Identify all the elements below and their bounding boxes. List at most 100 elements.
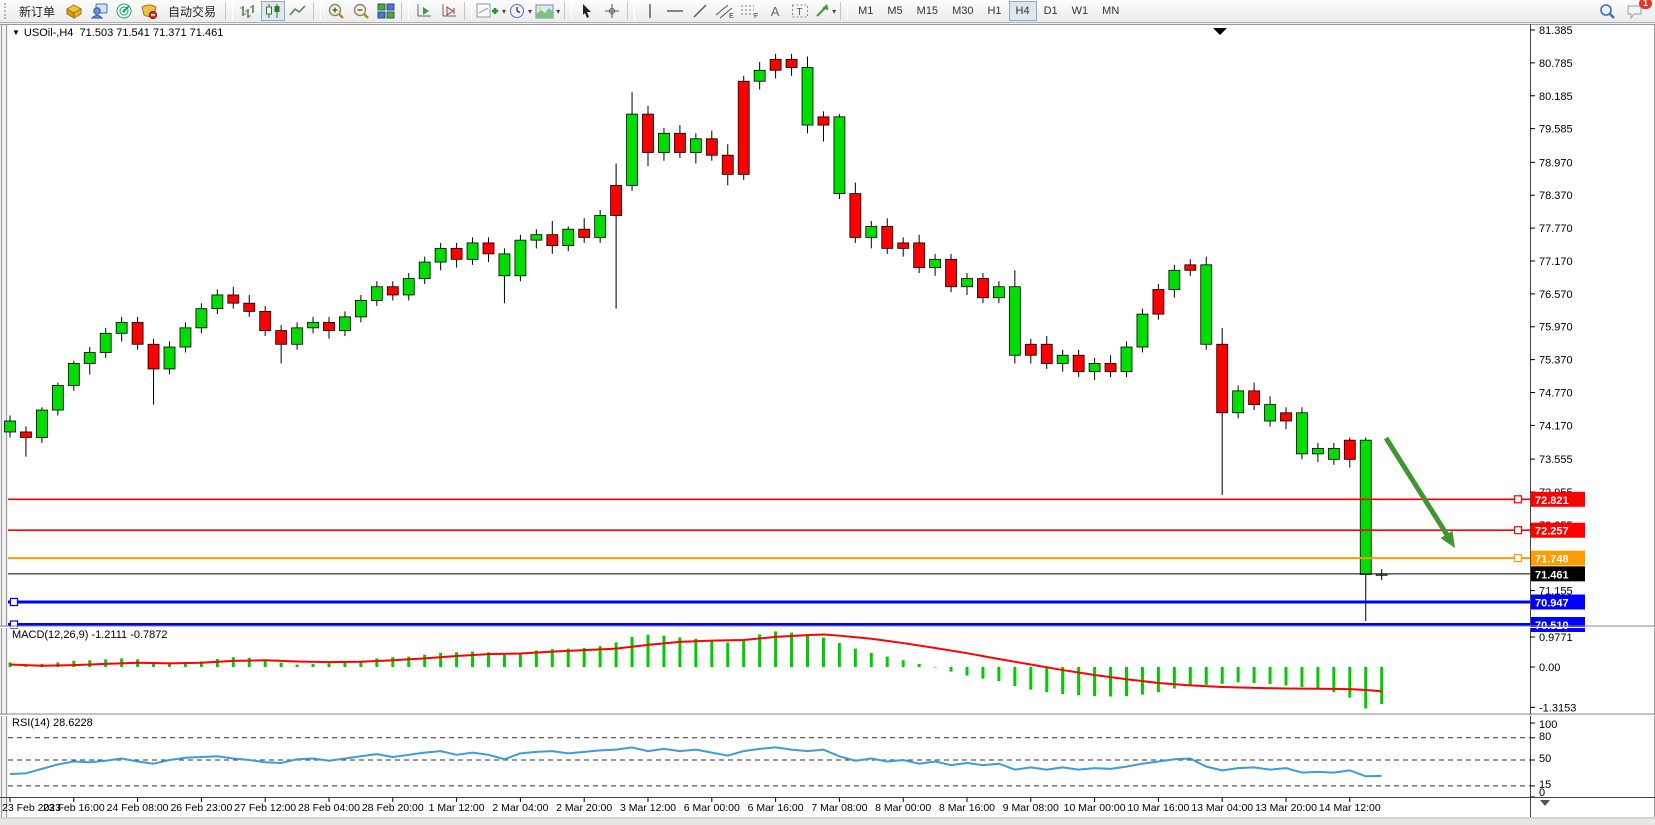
timeframe-H1[interactable]: H1 — [980, 1, 1008, 21]
text-icon[interactable]: A — [763, 1, 787, 21]
toolbar-separator — [401, 2, 409, 20]
price-axis-label: 76.570 — [1539, 289, 1573, 301]
chevron-down-icon: ▾ — [556, 7, 560, 16]
line-chart-icon[interactable] — [286, 1, 310, 21]
candle-body — [515, 240, 526, 276]
price-axis-label: 74.770 — [1539, 388, 1573, 400]
candlestick-chart-icon[interactable] — [261, 1, 285, 21]
timeframe-group: M1M5M15M30H1H4D1W1MN — [851, 1, 1126, 21]
timeframe-M1[interactable]: M1 — [851, 1, 880, 21]
candle-body — [1121, 347, 1132, 372]
candle-body — [1057, 355, 1068, 363]
timeframe-H4[interactable]: H4 — [1009, 1, 1037, 21]
candle-body — [435, 248, 446, 262]
rsi-axis-label: 100 — [1539, 719, 1557, 731]
macd-axis-label: 0.00 — [1539, 662, 1560, 674]
zoom-in-icon[interactable] — [324, 1, 348, 21]
add-indicator-icon[interactable]: ▾ — [475, 1, 507, 21]
candle-body — [802, 68, 813, 126]
shapes-icon[interactable]: ▾ — [813, 1, 837, 21]
timeframe-M5[interactable]: M5 — [880, 1, 909, 21]
candle-body — [5, 421, 16, 432]
crosshair-icon[interactable] — [600, 1, 624, 21]
candle-body — [467, 243, 478, 259]
candle-body — [1201, 265, 1212, 344]
radar-icon[interactable] — [112, 1, 136, 21]
candle-body — [770, 59, 781, 70]
candle-body — [914, 243, 925, 268]
price-level-label-text: 70.947 — [1535, 598, 1569, 610]
candle-body — [1025, 344, 1036, 355]
time-axis-label: 10 Mar 16:00 — [1127, 802, 1189, 814]
line-selection-handle[interactable] — [1515, 527, 1522, 534]
candle-body — [754, 70, 765, 81]
chart-title: ▼USOil-,H4 71.503 71.541 71.371 71.461 — [12, 27, 223, 39]
candle-body — [100, 333, 111, 352]
candle-body — [52, 385, 63, 410]
collapse-objects-icon[interactable]: ▼ — [12, 28, 20, 37]
price-axis-label: 80.785 — [1539, 58, 1573, 70]
time-axis-label: 26 Feb 23:00 — [170, 802, 232, 814]
bottom-strip — [0, 818, 1655, 825]
zoom-out-icon[interactable] — [349, 1, 373, 21]
periods-icon[interactable]: ▾ — [508, 1, 533, 21]
candle-body — [882, 226, 893, 248]
new-order-button[interactable]: 新订单 — [13, 1, 61, 21]
timeframe-M30[interactable]: M30 — [945, 1, 980, 21]
line-selection-handle[interactable] — [11, 621, 18, 628]
current-price-label-text: 71.461 — [1535, 569, 1569, 581]
text-label-icon[interactable]: T — [788, 1, 812, 21]
timeframe-MN[interactable]: MN — [1095, 1, 1126, 21]
price-axis-label: 78.970 — [1539, 157, 1573, 169]
chevron-down-icon: ▾ — [528, 7, 532, 16]
rsi-indicator-caption: RSI(14) 28.6228 — [12, 717, 93, 729]
line-selection-handle[interactable] — [1515, 555, 1522, 562]
gold-cube-icon[interactable] — [62, 1, 86, 21]
timeframe-M15[interactable]: M15 — [910, 1, 945, 21]
price-axis-label: 81.385 — [1539, 25, 1573, 37]
horizontal-line-icon[interactable] — [663, 1, 687, 21]
chart-background[interactable] — [8, 24, 1655, 817]
candle-body — [690, 139, 701, 153]
price-level-label-text: 72.821 — [1535, 495, 1569, 507]
equidistant-channel-icon[interactable]: E — [713, 1, 737, 21]
time-axis-label: 27 Feb 12:00 — [234, 802, 296, 814]
fibonacci-icon[interactable]: F — [738, 1, 762, 21]
time-axis-label: 9 Mar 08:00 — [1003, 802, 1059, 814]
tile-windows-icon[interactable] — [374, 1, 398, 21]
macd-axis-label: 0.9771 — [1539, 632, 1573, 644]
bar-chart-icon[interactable] — [236, 1, 260, 21]
search-icon[interactable] — [1595, 1, 1619, 21]
accounts-icon[interactable] — [87, 1, 111, 21]
line-selection-handle[interactable] — [1515, 496, 1522, 503]
time-axis-label: 8 Mar 16:00 — [939, 802, 995, 814]
chart-shift-icon[interactable] — [437, 1, 461, 21]
candle-body — [674, 133, 685, 152]
candle-body — [148, 344, 159, 369]
candle-body — [355, 300, 366, 316]
autotrade-status-icon[interactable] — [137, 1, 161, 21]
autotrade-button[interactable]: 自动交易 — [162, 1, 222, 21]
candle-body — [36, 410, 47, 437]
candle-body — [164, 347, 175, 369]
candle-body — [244, 303, 255, 311]
templates-icon[interactable]: ▾ — [534, 1, 561, 21]
auto-scroll-icon[interactable] — [412, 1, 436, 21]
time-axis-label: 23 Feb 16:00 — [43, 802, 105, 814]
line-selection-handle[interactable] — [11, 599, 18, 606]
cursor-icon[interactable] — [575, 1, 599, 21]
trendline-icon[interactable] — [688, 1, 712, 21]
timeframe-W1[interactable]: W1 — [1065, 1, 1096, 21]
vertical-line-icon[interactable] — [638, 1, 662, 21]
mt4-window: { "toolbar": { "new_order_label": "新订单",… — [0, 0, 1655, 825]
notifications-icon[interactable]: 1 — [1623, 1, 1647, 21]
candle-body — [387, 287, 398, 295]
svg-text:E: E — [729, 13, 734, 19]
timeframe-D1[interactable]: D1 — [1037, 1, 1065, 21]
candle-body — [643, 114, 654, 152]
candle-body — [1169, 270, 1180, 289]
candle-body — [1296, 413, 1307, 454]
toolbar-right-icons: 1 — [1595, 1, 1653, 21]
candle-body — [818, 117, 829, 125]
chart-canvas[interactable]: 81.38580.78580.18579.58578.97078.37077.7… — [0, 23, 1655, 825]
